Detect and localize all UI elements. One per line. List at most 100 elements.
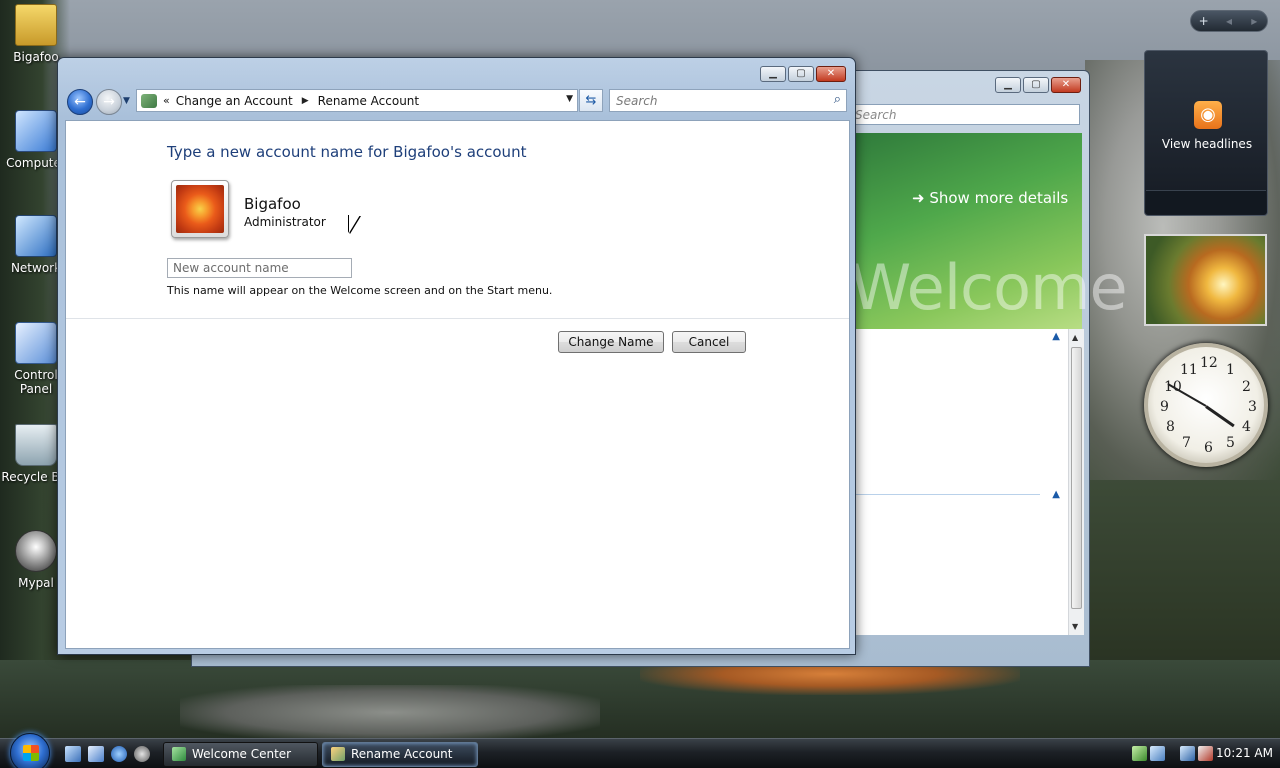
account-name: Bigafoo: [244, 195, 301, 213]
collapse-up-icon[interactable]: ▲: [1052, 489, 1060, 500]
refresh-button[interactable]: ⇆: [579, 89, 603, 112]
clock-number: 5: [1226, 435, 1235, 451]
welcome-center-scrollbar[interactable]: ▲ ▼: [1068, 329, 1084, 635]
feed-gadget-footer: [1146, 190, 1266, 214]
internet-explorer-icon[interactable]: [111, 746, 127, 762]
minimize-button[interactable]: ▁: [760, 66, 786, 82]
clock-number: 6: [1204, 440, 1213, 456]
view-headlines-label[interactable]: View headlines: [1145, 137, 1269, 151]
clock-number: 11: [1180, 362, 1198, 378]
welcome-center-banner: ➜ Show more details Welcome: [850, 133, 1128, 329]
maximize-button[interactable]: ▢: [1023, 77, 1049, 93]
page-title: Type a new account name for Bigafoo's ac…: [167, 143, 527, 161]
cancel-button[interactable]: Cancel: [672, 331, 746, 353]
clock-number: 9: [1160, 399, 1169, 415]
clock-minute-hand: [1167, 383, 1207, 407]
close-button[interactable]: ✕: [1051, 77, 1081, 93]
welcome-banner-text: Welcome: [850, 251, 1128, 324]
scroll-down-icon[interactable]: ▼: [1072, 622, 1078, 631]
clock-number: 4: [1242, 419, 1251, 435]
breadcrumb-overflow[interactable]: «: [163, 94, 170, 107]
show-desktop-icon[interactable]: [65, 746, 81, 762]
windows-logo-icon: [23, 745, 39, 761]
arrow-right-icon: →: [103, 94, 115, 110]
taskbar-button-rename-account[interactable]: Rename Account: [322, 742, 478, 767]
start-button[interactable]: [10, 733, 50, 768]
sidebar-prev-button[interactable]: ◂: [1216, 14, 1241, 28]
welcome-center-content: ▲ a ▲: [850, 329, 1068, 635]
welcome-center-search-input[interactable]: Search: [850, 104, 1080, 125]
network-icon: [15, 215, 57, 257]
collapse-up-icon[interactable]: ▲: [1052, 331, 1060, 342]
computer-icon: [15, 110, 57, 152]
network-status-icon[interactable]: [1180, 746, 1195, 761]
scroll-thumb[interactable]: [1071, 347, 1082, 609]
content-divider: [66, 318, 849, 319]
mypal-quicklaunch-icon[interactable]: [134, 746, 150, 762]
breadcrumb-item-change-account[interactable]: Change an Account: [176, 94, 293, 108]
help-text: This name will appear on the Welcome scr…: [167, 284, 553, 297]
change-name-button[interactable]: Change Name: [558, 331, 664, 353]
arrow-left-icon: ←: [74, 94, 86, 110]
show-more-details-link[interactable]: ➜ Show more details: [912, 189, 1068, 207]
desktop-wallpaper-reflection: [640, 665, 1020, 695]
tray-icon-1[interactable]: [1132, 746, 1147, 761]
back-button[interactable]: ←: [67, 89, 93, 115]
recycle-bin-icon: [15, 424, 57, 466]
mouse-pointer-icon: [349, 215, 360, 233]
desktop-icon-label: Bigafoo: [13, 50, 59, 64]
taskbar-clock[interactable]: 10:21 AM: [1216, 746, 1273, 760]
user-accounts-icon: [331, 747, 345, 761]
address-bar[interactable]: « Change an Account ▶ Rename Account ▼: [136, 89, 578, 112]
close-button[interactable]: ✕: [816, 66, 846, 82]
new-account-name-input[interactable]: [167, 258, 352, 278]
account-role: Administrator: [244, 215, 326, 229]
breadcrumb-item-rename-account[interactable]: Rename Account: [318, 94, 419, 108]
refresh-icon: ⇆: [585, 93, 597, 108]
tray-icon-2[interactable]: [1150, 746, 1165, 761]
clock-number: 12: [1200, 355, 1218, 371]
search-icon[interactable]: ⌕: [834, 92, 841, 107]
slideshow-gadget[interactable]: [1144, 234, 1267, 326]
mypal-icon: [15, 530, 57, 572]
minimize-button[interactable]: ▁: [995, 77, 1021, 93]
sidebar-next-button[interactable]: ▸: [1242, 14, 1267, 28]
taskbar-button-welcome-center[interactable]: Welcome Center: [163, 742, 318, 767]
clock-number: 3: [1248, 399, 1257, 415]
maximize-button[interactable]: ▢: [788, 66, 814, 82]
switch-windows-icon[interactable]: [88, 746, 104, 762]
desktop-icon-label: Control Panel: [14, 368, 58, 396]
system-tray: 10:21 AM: [1128, 739, 1280, 768]
address-dropdown-icon[interactable]: ▼: [566, 94, 573, 104]
user-accounts-icon: [141, 93, 157, 108]
recent-pages-dropdown[interactable]: ▼: [123, 96, 133, 106]
desktop-icon-label: Mypal: [18, 576, 54, 590]
clock-hour-hand: [1205, 405, 1235, 428]
desktop-wallpaper-boulder: [180, 685, 600, 740]
search-placeholder: Search: [616, 94, 658, 108]
breadcrumb-separator-icon[interactable]: ▶: [302, 96, 309, 106]
sidebar-controls: + ◂ ▸: [1190, 10, 1268, 32]
window-caption-buttons: ▁ ▢ ✕: [760, 66, 846, 82]
volume-muted-icon[interactable]: [1198, 746, 1213, 761]
desktop-icon-label: Network: [10, 261, 62, 275]
clock-number: 7: [1182, 435, 1191, 451]
avatar: [171, 180, 229, 238]
main-content: Type a new account name for Bigafoo's ac…: [65, 120, 850, 649]
rename-account-window[interactable]: ▁ ▢ ✕ ← → ▼ « Change an Account ▶ Rename…: [57, 57, 856, 655]
feed-headlines-gadget[interactable]: ◉ View headlines: [1144, 50, 1268, 216]
desktop-icon-bigafoo[interactable]: Bigafoo: [0, 4, 72, 64]
rss-icon: ◉: [1194, 101, 1222, 129]
welcome-center-icon: [172, 747, 186, 761]
sidebar-add-gadget-button[interactable]: +: [1191, 14, 1216, 28]
clock-number: 8: [1166, 419, 1175, 435]
search-input[interactable]: Search ⌕: [609, 89, 847, 112]
scroll-up-icon[interactable]: ▲: [1072, 333, 1078, 342]
clock-gadget[interactable]: 12 1 2 3 4 5 6 7 8 9 10 11: [1144, 343, 1268, 467]
taskbar: Welcome Center Rename Account 10:21 AM: [0, 733, 1280, 768]
arrow-right-icon: ➜: [912, 189, 930, 207]
forward-button[interactable]: →: [96, 89, 122, 115]
flower-avatar-icon: [176, 185, 224, 233]
control-panel-icon: [15, 322, 57, 364]
clock-number: 2: [1242, 379, 1251, 395]
